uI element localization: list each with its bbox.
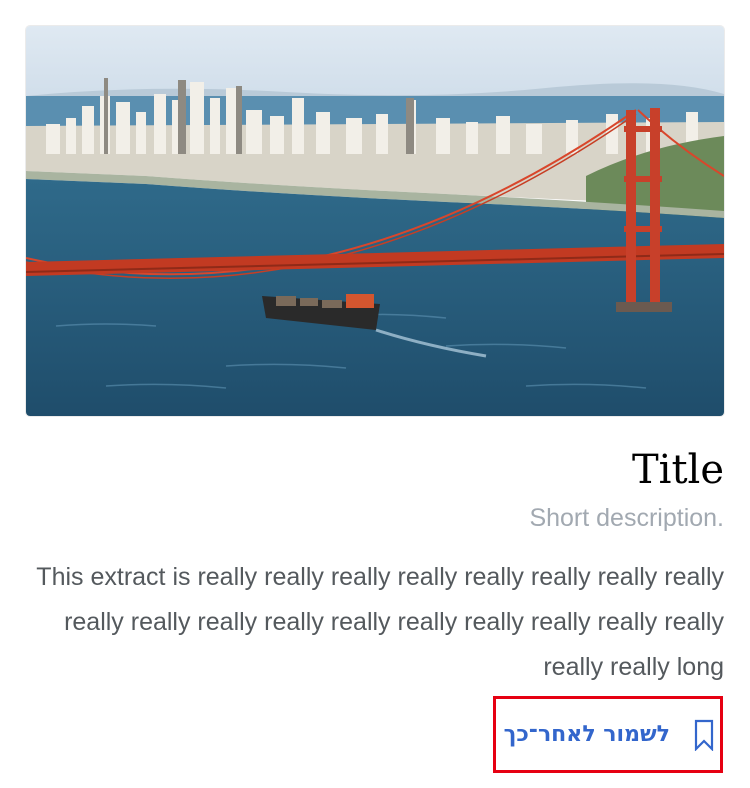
save-for-later-label: לשמור לאחר־כך (503, 722, 670, 747)
save-for-later-button[interactable]: לשמור לאחר־כך (493, 696, 723, 773)
article-description: Short description. (529, 504, 724, 532)
golden-gate-photo (26, 26, 724, 416)
bookmark-icon (694, 719, 714, 752)
article-card[interactable]: Title Short description. This extract is… (0, 0, 750, 788)
article-extract: This extract is really really really rea… (36, 563, 724, 681)
article-image[interactable] (26, 26, 724, 416)
article-title: Title (631, 447, 724, 493)
